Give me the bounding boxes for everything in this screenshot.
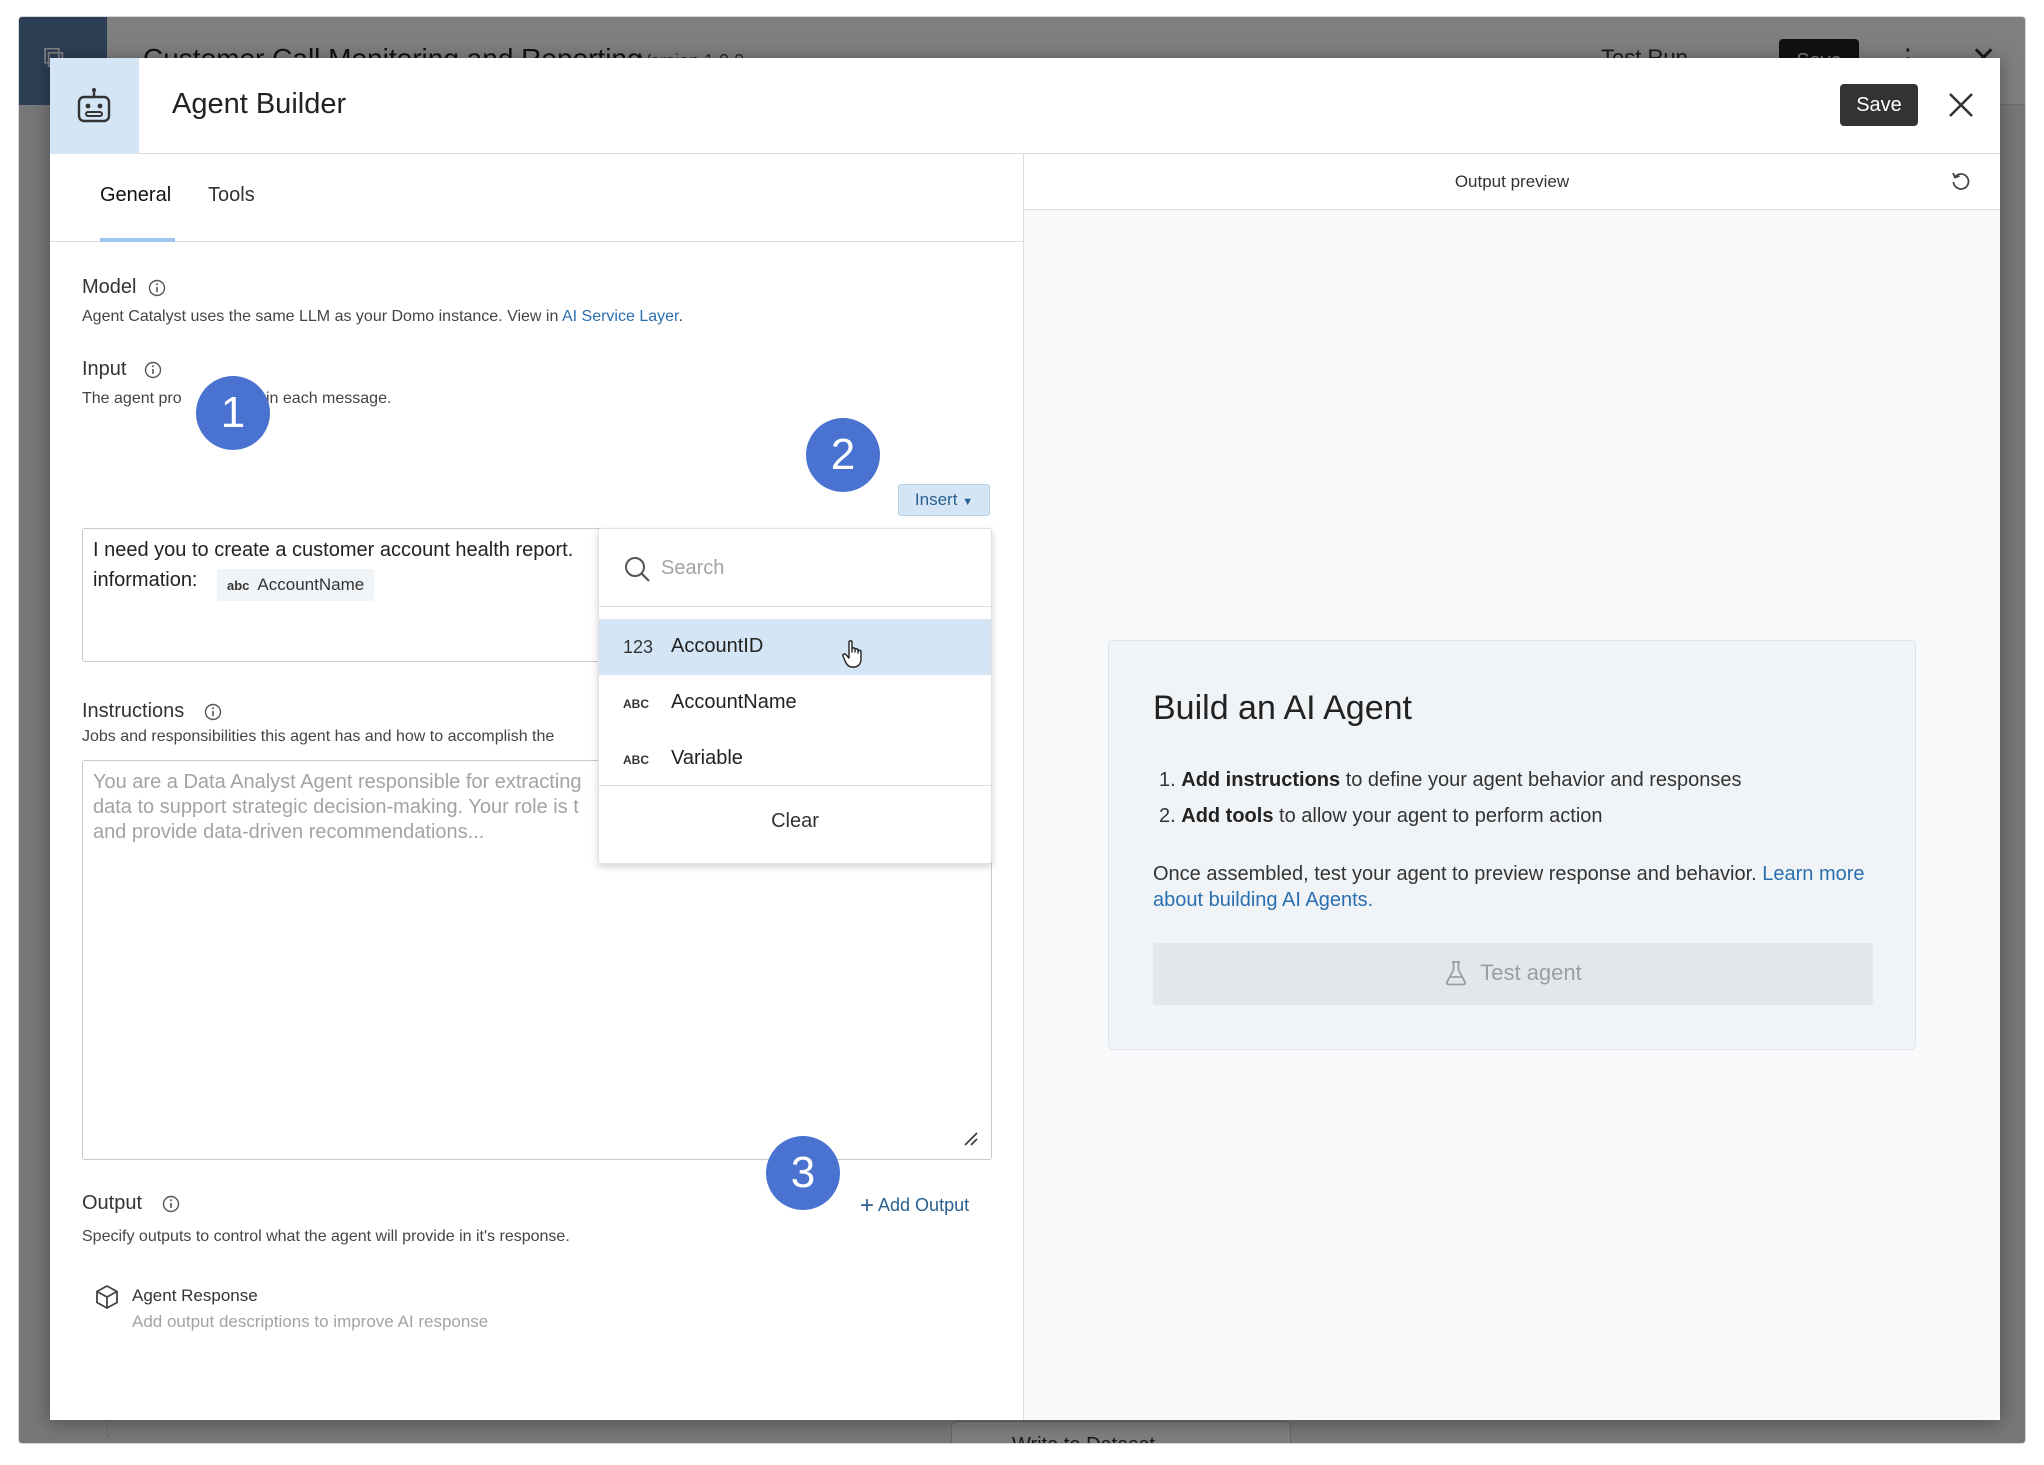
chevron-down-icon: ▼ (962, 496, 974, 508)
cube-icon (96, 1284, 118, 1310)
clear-button[interactable]: Clear (599, 799, 991, 843)
card-step-1: 1. Add instructions to define your agent… (1159, 769, 1742, 792)
model-hint: Agent Catalyst uses the same LLM as your… (82, 308, 683, 326)
agent-response-hint: Add output descriptions to improve AI re… (132, 1312, 489, 1331)
variable-chip[interactable]: abc AccountName (217, 569, 375, 601)
tab-general[interactable]: General (100, 184, 171, 207)
test-agent-button[interactable]: Test agent (1153, 943, 1873, 1005)
refresh-icon[interactable] (1950, 170, 1972, 192)
tab-bar: General Tools (50, 154, 1023, 242)
search-icon (625, 557, 650, 582)
input-text-line1: I need you to create a customer account … (93, 539, 574, 561)
card-paragraph-text: Once assembled, test your agent to previ… (1153, 863, 1763, 885)
agent-response-title[interactable]: Agent Response (132, 1286, 258, 1306)
model-info-icon[interactable] (148, 279, 166, 297)
instructions-label: Instructions (82, 700, 185, 722)
step-badge-3: 3 (766, 1136, 840, 1210)
close-icon (1949, 93, 1973, 117)
model-hint-text: Agent Catalyst uses the same LLM as your… (82, 308, 562, 325)
preview-header: Output preview (1024, 154, 2000, 210)
tab-tools[interactable]: Tools (208, 184, 255, 207)
modal-title: Agent Builder (172, 88, 347, 120)
dropdown-item-label: Variable (671, 747, 743, 769)
insert-dropdown: 123 AccountID ABC AccountName ABC Variab… (598, 528, 992, 864)
dropdown-search (599, 529, 991, 607)
instructions-hint: Jobs and responsibilities this agent has… (82, 728, 555, 745)
input-text-line2: information: (93, 569, 198, 591)
input-hint: The agent pro (82, 390, 182, 407)
agent-builder-modal: Agent Builder Save General Tools Model A… (50, 58, 2000, 1420)
output-hint: Specify outputs to control what the agen… (82, 1228, 570, 1245)
step-bold: Add tools (1181, 805, 1274, 827)
step-bold: Add instructions (1181, 769, 1341, 791)
dropdown-item-accountname[interactable]: ABC AccountName (599, 675, 991, 731)
build-agent-card: Build an AI Agent 1. Add instructions to… (1108, 640, 1916, 1050)
hand-cursor-icon (842, 640, 862, 668)
text-type-icon: abc (227, 578, 250, 593)
dropdown-item-accountid[interactable]: 123 AccountID (599, 619, 991, 675)
ai-service-layer-link[interactable]: AI Service Layer (562, 308, 679, 325)
output-preview-panel: Output preview Build an AI Agent 1. Add … (1024, 154, 2000, 1420)
test-agent-label: Test agent (1480, 960, 1582, 986)
model-label: Model (82, 276, 137, 298)
dropdown-item-label: AccountName (671, 691, 797, 713)
insert-label: Insert (914, 490, 958, 509)
insert-button[interactable]: Insert ▼ (898, 484, 990, 516)
step-badge-2: 2 (806, 418, 880, 492)
card-step-2: 2. Add tools to allow your agent to perf… (1159, 805, 1603, 828)
output-label: Output (82, 1192, 143, 1214)
dropdown-divider (599, 785, 991, 786)
modal-header: Agent Builder Save (50, 58, 2000, 154)
search-input[interactable] (661, 553, 861, 583)
resize-handle-icon[interactable] (963, 1131, 979, 1147)
output-info-icon[interactable] (162, 1195, 180, 1213)
number-type-icon: 123 (623, 637, 654, 657)
dropdown-item-variable[interactable]: ABC Variable (599, 731, 991, 787)
dropdown-item-label: AccountID (671, 635, 764, 657)
step-badge-1: 1 (196, 376, 270, 450)
instructions-placeholder-3: and provide data-driven recommendations.… (93, 821, 485, 843)
step-text: to allow your agent to perform action (1273, 805, 1603, 827)
input-hint-end: in each message. (266, 390, 392, 407)
preview-title: Output preview (1454, 172, 1570, 191)
model-hint-suffix: . (678, 308, 683, 325)
plus-icon: + (860, 1192, 875, 1219)
flask-icon (1446, 960, 1467, 985)
save-button[interactable]: Save (1840, 84, 1918, 126)
card-title: Build an AI Agent (1153, 689, 1412, 727)
instructions-placeholder-2: data to support strategic decision-makin… (93, 796, 579, 818)
step-number: 1. (1159, 769, 1176, 791)
input-label: Input (82, 358, 127, 380)
step-text: to define your agent behavior and respon… (1340, 769, 1742, 791)
close-button[interactable] (1944, 88, 1978, 122)
variable-chip-label: AccountName (257, 575, 365, 594)
text-type-icon: ABC (623, 697, 649, 711)
header-icon-box (50, 58, 139, 154)
add-output-button[interactable]: + Add Output (860, 1192, 969, 1220)
active-tab-indicator (100, 238, 175, 242)
text-type-icon: ABC (623, 753, 649, 767)
add-output-label: Add Output (878, 1195, 970, 1215)
card-paragraph: Once assembled, test your agent to previ… (1153, 861, 1873, 913)
instructions-info-icon[interactable] (204, 703, 222, 721)
instructions-placeholder-1: You are a Data Analyst Agent responsible… (93, 771, 582, 793)
configuration-panel: General Tools Model Agent Catalyst uses … (50, 154, 1024, 1420)
robot-icon (77, 88, 111, 123)
step-number: 2. (1159, 805, 1176, 827)
input-info-icon[interactable] (144, 361, 162, 379)
